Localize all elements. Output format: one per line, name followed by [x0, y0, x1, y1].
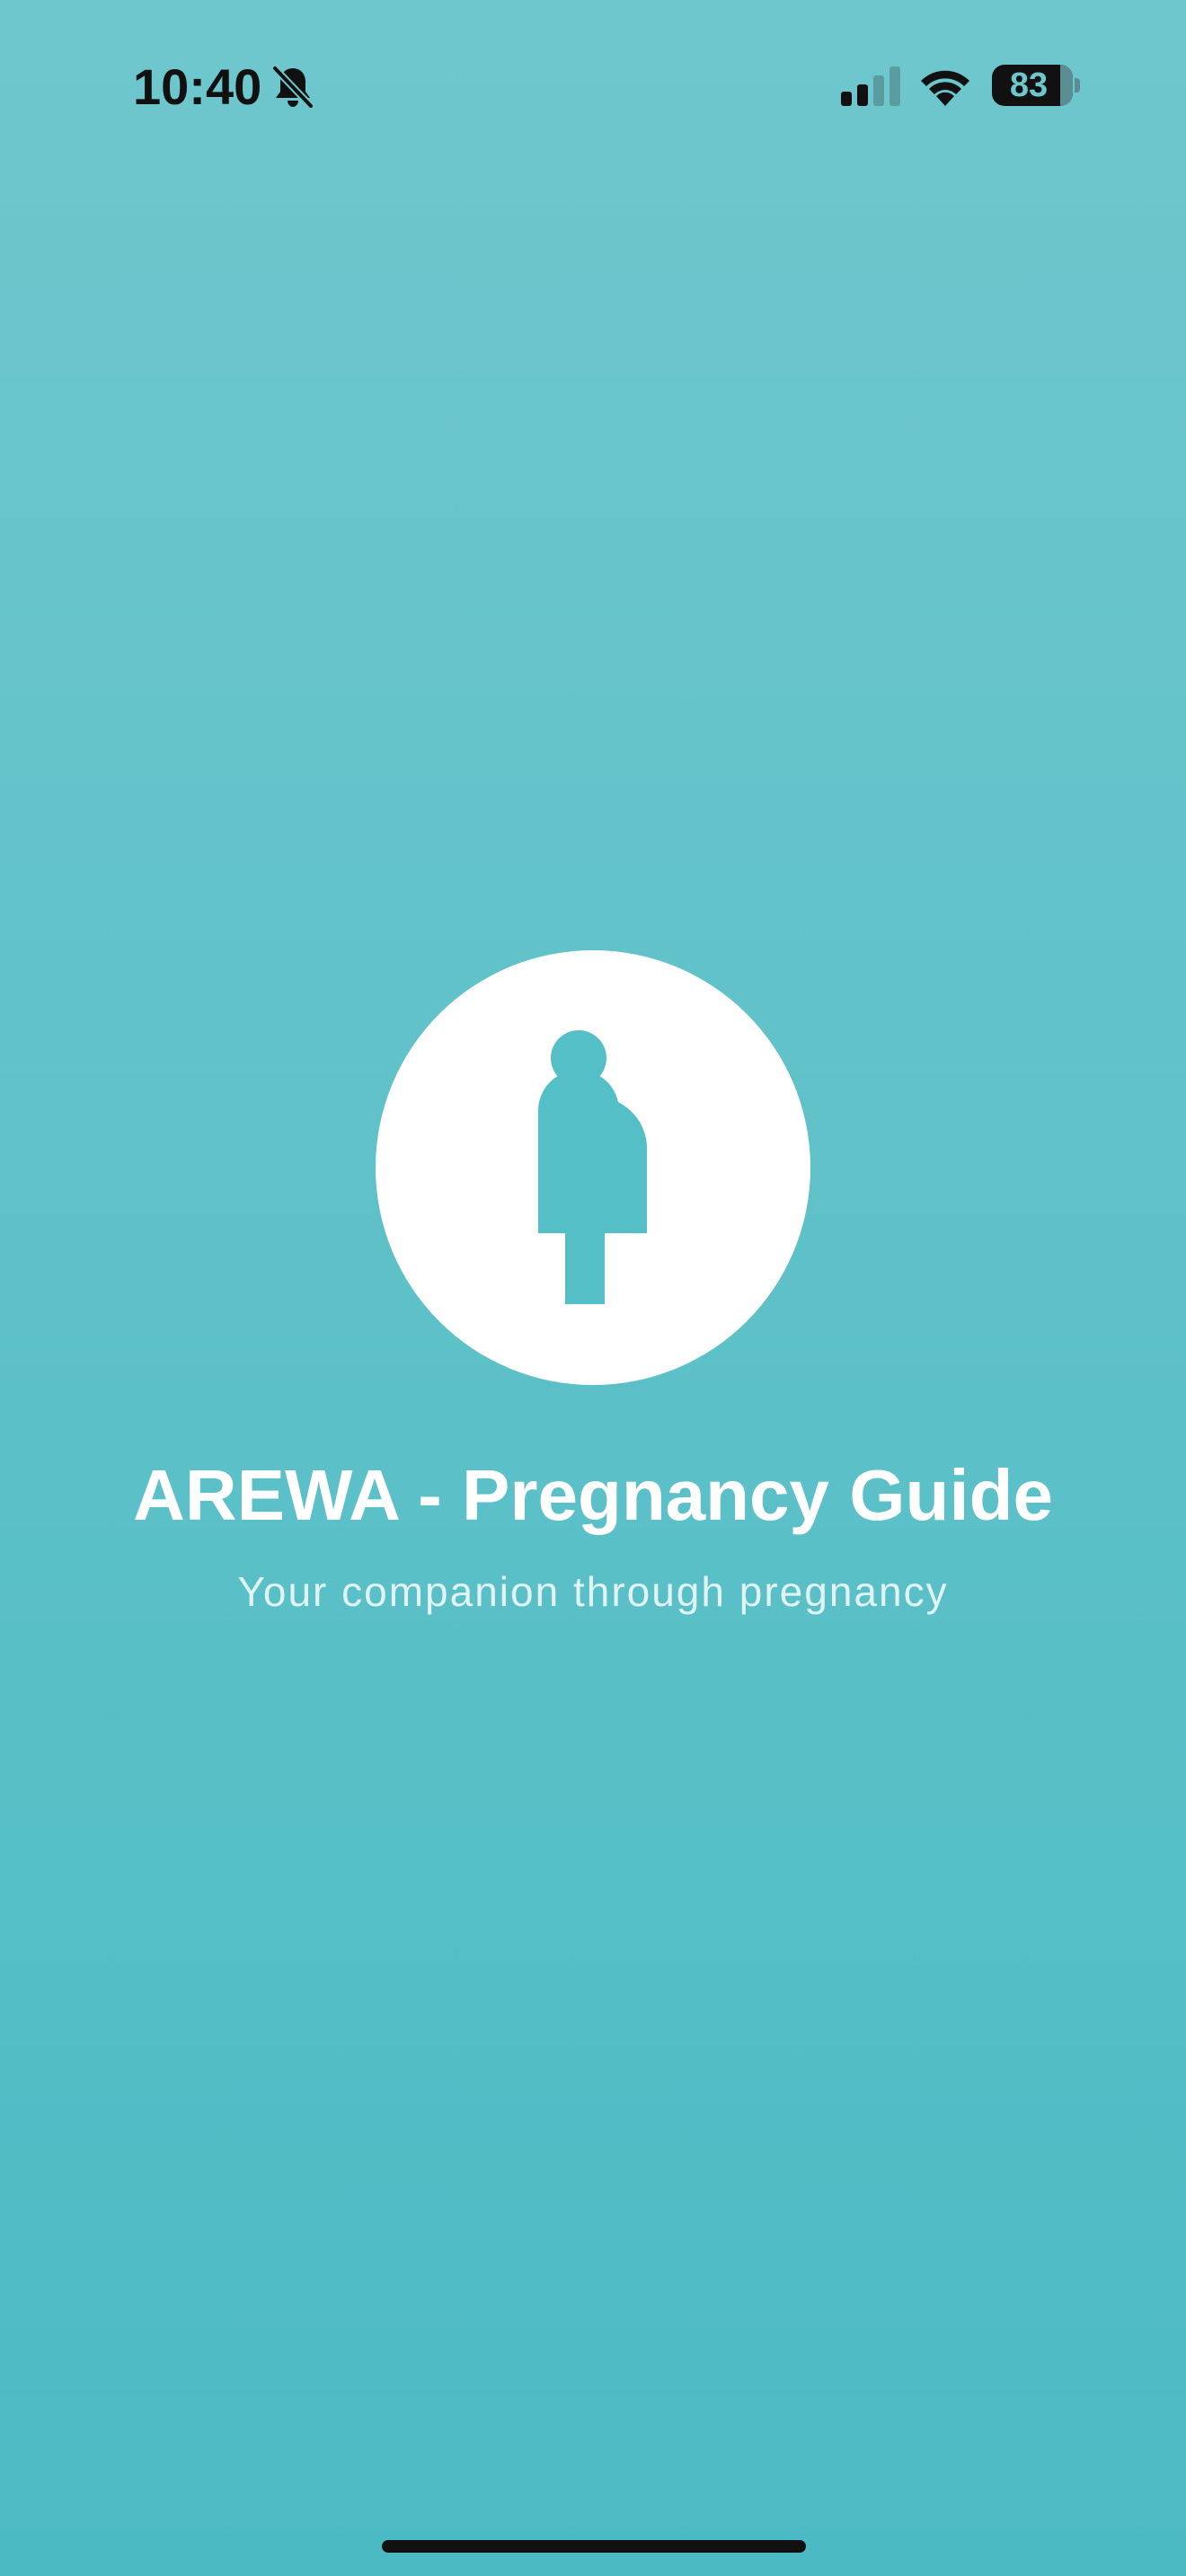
wifi-icon [921, 70, 969, 106]
cellular-signal-icon [841, 66, 900, 106]
pregnant-woman-icon [538, 1030, 648, 1304]
bell-slash-icon [271, 65, 314, 110]
battery-level: 83 [1009, 66, 1049, 104]
app-title: AREWA - Pregnancy Guide [133, 1455, 1053, 1535]
app-logo [376, 950, 810, 1385]
status-bar: 10:40 83 [0, 0, 1186, 171]
home-indicator[interactable] [382, 2540, 806, 2553]
app-subtitle: Your companion through pregnancy [237, 1568, 949, 1615]
battery-nub [1075, 78, 1080, 93]
status-time: 10:40 [133, 58, 262, 115]
battery-icon: 83 [992, 65, 1073, 106]
